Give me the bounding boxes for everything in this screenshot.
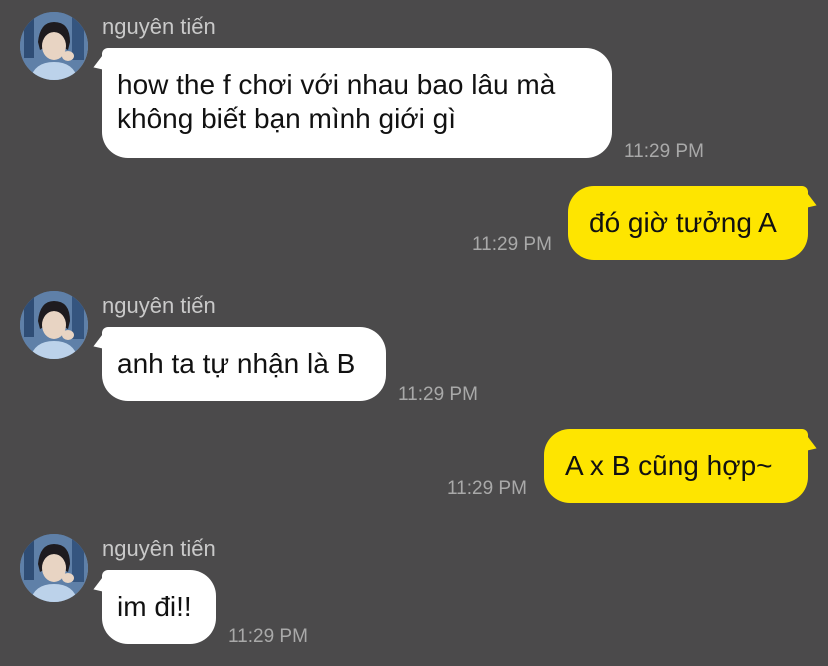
- message-timestamp: 11:29 PM: [472, 234, 552, 255]
- avatar-photo-icon: [20, 291, 88, 359]
- message-timestamp: 11:29 PM: [398, 384, 478, 405]
- outgoing-message-bubble[interactable]: đó giờ tưởng A: [568, 186, 808, 260]
- sender-name: nguyên tiến: [102, 536, 216, 561]
- incoming-message-bubble[interactable]: how the f chơi với nhau bao lâu mà không…: [102, 48, 612, 158]
- message-text-line: how the f chơi với nhau bao lâu mà: [117, 69, 556, 100]
- incoming-message-bubble[interactable]: anh ta tự nhận là B: [102, 327, 386, 401]
- avatar[interactable]: [20, 534, 88, 602]
- incoming-message-bubble[interactable]: im đi!!: [102, 570, 216, 644]
- message-text-line: không biết bạn mình giới gì: [117, 103, 457, 134]
- sender-name: nguyên tiến: [102, 293, 216, 318]
- message-timestamp: 11:29 PM: [447, 478, 527, 499]
- avatar[interactable]: [20, 12, 88, 80]
- message-text: im đi!!: [117, 591, 192, 622]
- avatar-photo-icon: [20, 534, 88, 602]
- sender-name: nguyên tiến: [102, 14, 216, 39]
- avatar[interactable]: [20, 291, 88, 359]
- avatar-photo-icon: [20, 12, 88, 80]
- message-text: đó giờ tưởng A: [589, 207, 777, 238]
- message-text: A x B cũng hợp~: [565, 450, 773, 481]
- message-timestamp: 11:29 PM: [228, 626, 308, 647]
- message-timestamp: 11:29 PM: [624, 141, 704, 162]
- message-text: anh ta tự nhận là B: [117, 348, 356, 379]
- outgoing-message-bubble[interactable]: A x B cũng hợp~: [544, 429, 808, 503]
